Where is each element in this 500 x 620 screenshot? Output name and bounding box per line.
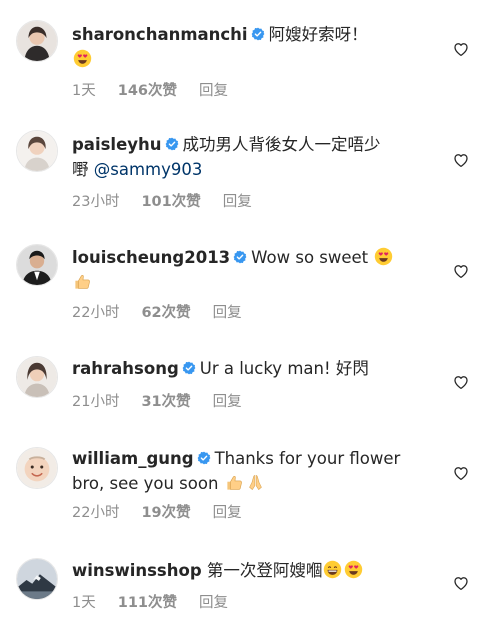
comment-text: Thanks for your flower (214, 449, 401, 468)
like-heart-icon[interactable] (452, 464, 470, 482)
comment-text: 阿嫂好索呀！ (268, 25, 368, 44)
comment-username[interactable]: louischeung2013 (72, 248, 230, 267)
female-avatar-icon[interactable] (16, 20, 58, 62)
female-avatar-icon[interactable] (16, 130, 58, 172)
comment-username[interactable]: winswinsshop (72, 561, 202, 580)
comment-body: sharonchanmanchi 阿嫂好索呀！ (72, 22, 442, 72)
comment-body: william_gung Thanks for your flower bro, … (72, 446, 442, 496)
comment-text: 成功男人背後女人一定唔少 (182, 135, 381, 154)
verified-badge-icon (233, 250, 247, 264)
comment-likes[interactable]: 19次赞 (141, 505, 190, 521)
verified-badge-icon (197, 451, 211, 465)
comment-time: 21小时 (72, 394, 120, 410)
heart-eyes-emoji-icon (374, 247, 393, 266)
comment-body: rahrahsong Ur a lucky man! 好閃 (72, 356, 442, 381)
reply-button[interactable]: 回复 (199, 595, 228, 611)
like-heart-icon[interactable] (452, 262, 470, 280)
comment-time: 23小时 (72, 194, 120, 210)
comment-time: 22小时 (72, 305, 120, 321)
comment-likes[interactable]: 31次赞 (141, 394, 190, 410)
comment-time: 1天 (72, 83, 96, 99)
comment-meta: 23小时 101次赞 回复 (72, 190, 274, 211)
like-heart-icon[interactable] (452, 40, 470, 58)
comment-meta: 1天 111次赞 回复 (72, 591, 250, 612)
comment-username[interactable]: paisleyhu (72, 135, 162, 154)
reply-button[interactable]: 回复 (223, 194, 252, 210)
comment-likes[interactable]: 111次赞 (118, 595, 177, 611)
comment-time: 22小时 (72, 505, 120, 521)
reply-button[interactable]: 回复 (213, 394, 242, 410)
mountain-avatar-icon[interactable] (16, 558, 58, 600)
verified-badge-icon (251, 27, 265, 41)
thumbs-up-emoji-icon (73, 272, 92, 291)
comment-body: louischeung2013 Wow so sweet (72, 245, 442, 295)
comment-body: paisleyhu 成功男人背後女人一定唔少 嘢 @sammy903 (72, 132, 442, 182)
like-heart-icon[interactable] (452, 373, 470, 391)
comment-likes[interactable]: 62次赞 (141, 305, 190, 321)
thumbs-up-emoji-icon (225, 473, 244, 492)
comment-text-continued: 嘢 (72, 160, 89, 179)
comment-text-continued: bro, see you soon (72, 474, 219, 493)
comment-meta: 22小时 62次赞 回复 (72, 301, 264, 322)
like-heart-icon[interactable] (452, 574, 470, 592)
reply-button[interactable]: 回复 (199, 83, 228, 99)
comment-username[interactable]: william_gung (72, 449, 194, 468)
comment-meta: 1天 146次赞 回复 (72, 79, 250, 100)
baby-avatar-icon[interactable] (16, 447, 58, 489)
comment-time: 1天 (72, 595, 96, 611)
reply-button[interactable]: 回复 (213, 305, 242, 321)
verified-badge-icon (165, 137, 179, 151)
verified-badge-icon (182, 361, 196, 375)
comment-likes[interactable]: 146次赞 (118, 83, 177, 99)
female-avatar-icon[interactable] (16, 356, 58, 398)
heart-eyes-emoji-icon (344, 560, 363, 579)
comment-text: Ur a lucky man! 好閃 (199, 359, 369, 378)
folded-hands-emoji-icon (246, 473, 265, 492)
like-heart-icon[interactable] (452, 151, 470, 169)
comment-meta: 21小时 31次赞 回复 (72, 390, 264, 411)
comment-text: Wow so sweet (251, 248, 369, 267)
grinning-emoji-icon (323, 560, 342, 579)
comment-username[interactable]: rahrahsong (72, 359, 179, 378)
comment-text: 第一次登阿嫂嗰 (206, 561, 323, 580)
comment-username[interactable]: sharonchanmanchi (72, 25, 248, 44)
heart-eyes-emoji-icon (73, 49, 92, 68)
comment-likes[interactable]: 101次赞 (141, 194, 200, 210)
comment-meta: 22小时 19次赞 回复 (72, 501, 264, 522)
comment-body: winswinsshop 第一次登阿嫂嗰 (72, 558, 442, 583)
reply-button[interactable]: 回复 (213, 505, 242, 521)
male-avatar-icon[interactable] (16, 244, 58, 286)
mention-link[interactable]: @sammy903 (94, 160, 203, 179)
